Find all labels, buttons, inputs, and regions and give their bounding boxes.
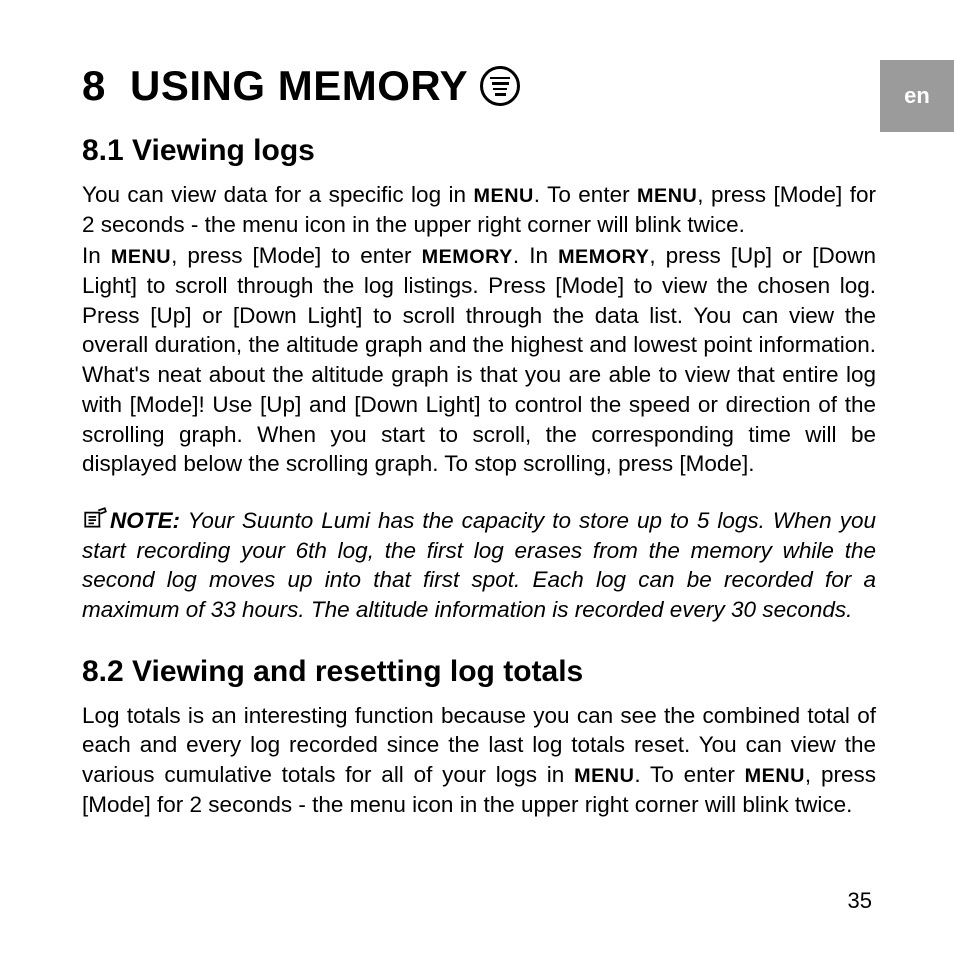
section-8-1-body: You can view data for a specific log in …	[82, 180, 876, 479]
chapter-heading: 8 USING MEMORY	[82, 62, 876, 110]
section-8-2-body: Log totals is an interesting function be…	[82, 701, 876, 820]
paragraph: You can view data for a specific log in …	[82, 180, 876, 239]
section-heading-8-2: 8.2 Viewing and resetting log totals	[82, 655, 876, 689]
paragraph: Log totals is an interesting function be…	[82, 701, 876, 820]
menu-smallcaps: MENU	[637, 185, 697, 207]
note-label: NOTE:	[110, 508, 180, 533]
language-tab: en	[880, 60, 954, 132]
menu-smallcaps: MENU	[745, 765, 805, 787]
chapter-title: USING MEMORY	[130, 62, 468, 110]
paragraph: In MENU, press [Mode] to enter MEMORY. I…	[82, 241, 876, 479]
manual-page: en 8 USING MEMORY 8.1 Viewing logs You c…	[0, 0, 954, 954]
menu-smallcaps: MENU	[474, 185, 534, 207]
chapter-number: 8	[82, 62, 118, 110]
memory-icon	[480, 66, 520, 106]
memory-smallcaps: MEMORY	[558, 246, 649, 268]
note-icon	[82, 505, 108, 531]
menu-smallcaps: MENU	[574, 765, 634, 787]
note-block: NOTE: Your Suunto Lumi has the capacity …	[82, 505, 876, 625]
page-number: 35	[848, 888, 872, 914]
menu-smallcaps: MENU	[111, 246, 171, 268]
memory-smallcaps: MEMORY	[422, 246, 513, 268]
note-text: Your Suunto Lumi has the capacity to sto…	[82, 508, 876, 622]
section-heading-8-1: 8.1 Viewing logs	[82, 134, 876, 168]
